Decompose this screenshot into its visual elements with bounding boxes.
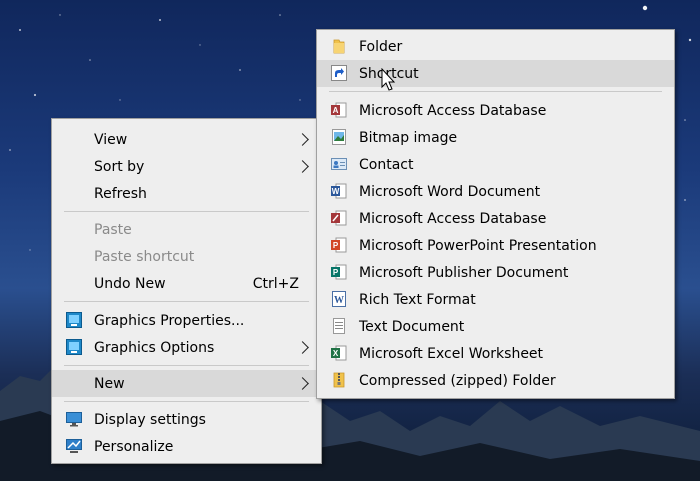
menu-item-label: Undo New bbox=[94, 275, 166, 292]
new-item-publisher-document[interactable]: P Microsoft Publisher Document bbox=[317, 259, 674, 286]
menu-item-label: Bitmap image bbox=[359, 129, 458, 146]
menu-item-label: Microsoft Word Document bbox=[359, 183, 541, 200]
access-icon: A bbox=[331, 102, 347, 118]
menu-separator bbox=[329, 91, 662, 92]
new-item-access-database-2[interactable]: Microsoft Access Database bbox=[317, 205, 674, 232]
new-item-powerpoint-presentation[interactable]: P Microsoft PowerPoint Presentation bbox=[317, 232, 674, 259]
svg-text:P: P bbox=[333, 268, 339, 277]
contact-icon bbox=[331, 158, 347, 170]
intel-graphics-icon bbox=[66, 339, 82, 355]
menu-item-label: Microsoft Excel Worksheet bbox=[359, 345, 544, 362]
new-item-compressed-folder[interactable]: Compressed (zipped) Folder bbox=[317, 367, 674, 394]
menu-item-view[interactable]: View bbox=[52, 126, 321, 153]
menu-separator bbox=[64, 301, 309, 302]
new-item-folder[interactable]: Folder bbox=[317, 33, 674, 60]
new-submenu: Folder Shortcut A Microsoft Access Datab… bbox=[316, 29, 675, 399]
new-item-bitmap-image[interactable]: Bitmap image bbox=[317, 124, 674, 151]
folder-icon bbox=[333, 39, 345, 54]
menu-item-label: New bbox=[94, 375, 125, 392]
svg-text:P: P bbox=[333, 241, 339, 250]
desktop-context-menu: View Sort by Refresh Paste Paste shortcu… bbox=[51, 118, 322, 464]
svg-text:W: W bbox=[332, 187, 340, 196]
menu-separator bbox=[64, 365, 309, 366]
new-item-rich-text-format[interactable]: W Rich Text Format bbox=[317, 286, 674, 313]
zip-folder-icon bbox=[333, 372, 345, 388]
menu-item-label: Microsoft Publisher Document bbox=[359, 264, 569, 281]
menu-item-label: Microsoft Access Database bbox=[359, 102, 547, 119]
menu-separator bbox=[64, 211, 309, 212]
publisher-icon: P bbox=[331, 264, 347, 280]
menu-item-label: Paste shortcut bbox=[94, 248, 195, 265]
word-icon: W bbox=[331, 183, 347, 199]
menu-item-label: View bbox=[94, 131, 128, 148]
chevron-right-icon bbox=[296, 377, 309, 390]
menu-item-label: Text Document bbox=[359, 318, 465, 335]
menu-item-label: Microsoft Access Database bbox=[359, 210, 547, 227]
svg-text:X: X bbox=[333, 349, 339, 358]
menu-separator bbox=[64, 401, 309, 402]
new-item-shortcut[interactable]: Shortcut bbox=[317, 60, 674, 87]
excel-icon: X bbox=[331, 345, 347, 361]
wordpad-icon: W bbox=[332, 291, 346, 307]
new-item-access-database[interactable]: A Microsoft Access Database bbox=[317, 97, 674, 124]
menu-item-label: Folder bbox=[359, 38, 403, 55]
menu-item-label: Sort by bbox=[94, 158, 145, 175]
powerpoint-icon: P bbox=[331, 237, 347, 253]
menu-item-label: Paste bbox=[94, 221, 132, 238]
svg-text:W: W bbox=[334, 295, 344, 306]
menu-item-refresh[interactable]: Refresh bbox=[52, 180, 321, 207]
text-document-icon bbox=[333, 318, 345, 334]
menu-item-personalize[interactable]: Personalize bbox=[52, 433, 321, 460]
access-icon bbox=[331, 210, 347, 226]
menu-item-label: Graphics Properties... bbox=[94, 312, 245, 329]
chevron-right-icon bbox=[296, 160, 309, 173]
menu-item-undo-new[interactable]: Undo New Ctrl+Z bbox=[52, 270, 321, 297]
menu-item-display-settings[interactable]: Display settings bbox=[52, 406, 321, 433]
menu-item-label: Microsoft PowerPoint Presentation bbox=[359, 237, 597, 254]
mouse-pointer-icon bbox=[381, 68, 396, 91]
new-item-word-document[interactable]: W Microsoft Word Document bbox=[317, 178, 674, 205]
intel-graphics-icon bbox=[66, 312, 82, 328]
chevron-right-icon bbox=[296, 133, 309, 146]
menu-item-paste[interactable]: Paste bbox=[52, 216, 321, 243]
menu-item-graphics-options[interactable]: Graphics Options bbox=[52, 334, 321, 361]
menu-item-label: Rich Text Format bbox=[359, 291, 476, 308]
keyboard-shortcut-label: Ctrl+Z bbox=[252, 275, 299, 292]
svg-text:A: A bbox=[333, 106, 339, 115]
menu-item-label: Refresh bbox=[94, 185, 147, 202]
new-item-excel-worksheet[interactable]: X Microsoft Excel Worksheet bbox=[317, 340, 674, 367]
chevron-right-icon bbox=[296, 341, 309, 354]
menu-item-label: Graphics Options bbox=[94, 339, 215, 356]
new-item-text-document[interactable]: Text Document bbox=[317, 313, 674, 340]
shortcut-icon bbox=[331, 65, 347, 81]
menu-item-new[interactable]: New bbox=[52, 370, 321, 397]
menu-item-label: Display settings bbox=[94, 411, 206, 428]
menu-item-graphics-properties[interactable]: Graphics Properties... bbox=[52, 307, 321, 334]
personalize-icon bbox=[66, 439, 82, 453]
menu-item-label: Personalize bbox=[94, 438, 174, 455]
menu-item-label: Contact bbox=[359, 156, 414, 173]
display-icon bbox=[66, 412, 82, 427]
menu-item-paste-shortcut[interactable]: Paste shortcut bbox=[52, 243, 321, 270]
menu-item-label: Compressed (zipped) Folder bbox=[359, 372, 556, 389]
menu-item-sort-by[interactable]: Sort by bbox=[52, 153, 321, 180]
bitmap-icon bbox=[332, 129, 346, 145]
new-item-contact[interactable]: Contact bbox=[317, 151, 674, 178]
